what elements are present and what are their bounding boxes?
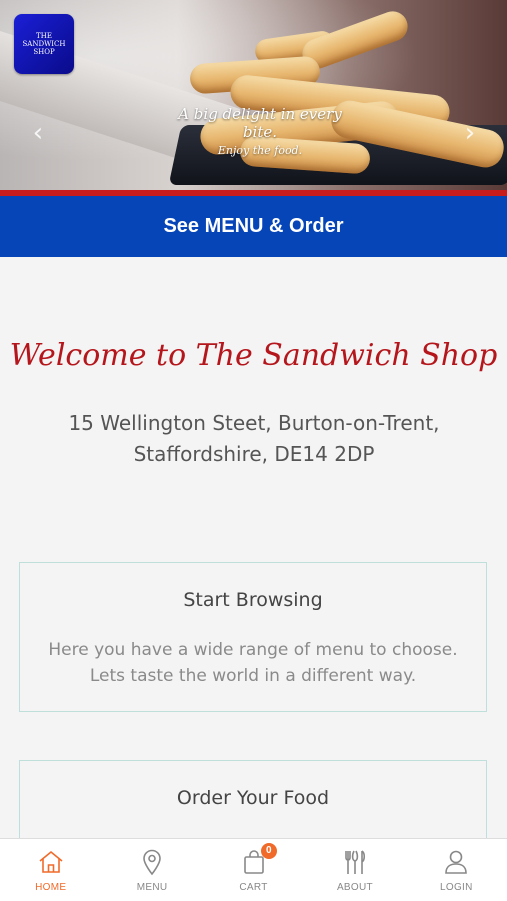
tab-about[interactable]: ABOUT bbox=[304, 839, 405, 901]
tab-home[interactable]: HOME bbox=[0, 839, 101, 901]
shop-logo[interactable]: THE SANDWICH SHOP bbox=[14, 14, 74, 74]
hero-tagline-sub: Enjoy the food. bbox=[217, 144, 303, 157]
tab-label: LOGIN bbox=[440, 882, 473, 893]
see-menu-order-button[interactable]: See MENU & Order bbox=[0, 196, 507, 257]
cutlery-icon bbox=[345, 850, 365, 874]
welcome-heading: Welcome to The Sandwich Shop bbox=[9, 338, 498, 373]
tab-login[interactable]: LOGIN bbox=[406, 839, 507, 901]
cart-count-badge: 0 bbox=[260, 843, 277, 859]
card-title: Start Browsing bbox=[183, 589, 323, 611]
carousel-prev-icon[interactable]: ‹ bbox=[26, 118, 50, 148]
map-pin-icon bbox=[143, 849, 161, 876]
hero-tagline: A big delight in every bite. Enjoy the f… bbox=[165, 105, 355, 157]
shop-logo-text: THE SANDWICH SHOP bbox=[22, 32, 66, 56]
tab-label: MENU bbox=[136, 882, 168, 893]
hero-tagline-main: A big delight in every bite. bbox=[178, 105, 342, 141]
tab-menu[interactable]: MENU bbox=[101, 839, 202, 901]
home-icon bbox=[39, 850, 63, 873]
tab-label: HOME bbox=[35, 882, 67, 893]
carousel-next-icon[interactable]: › bbox=[458, 118, 482, 148]
card-title: Order Your Food bbox=[176, 787, 330, 809]
hero-carousel[interactable]: THE SANDWICH SHOP A big delight in every… bbox=[0, 0, 507, 190]
see-menu-order-label: See MENU & Order bbox=[163, 215, 344, 237]
start-browsing-card[interactable]: Start Browsing Here you have a wide rang… bbox=[19, 562, 487, 712]
tab-cart[interactable]: 0 CART bbox=[203, 839, 304, 901]
card-text: Here you have a wide range of menu to ch… bbox=[48, 640, 458, 686]
bottom-tab-bar: HOME MENU 0 CART ABOUT LOGIN bbox=[0, 838, 507, 901]
tab-label: ABOUT bbox=[336, 882, 373, 893]
user-icon bbox=[445, 850, 468, 874]
shop-address: 15 Wellington Steet, Burton-on-Trent, St… bbox=[68, 411, 440, 466]
tab-label: CART bbox=[239, 882, 268, 893]
